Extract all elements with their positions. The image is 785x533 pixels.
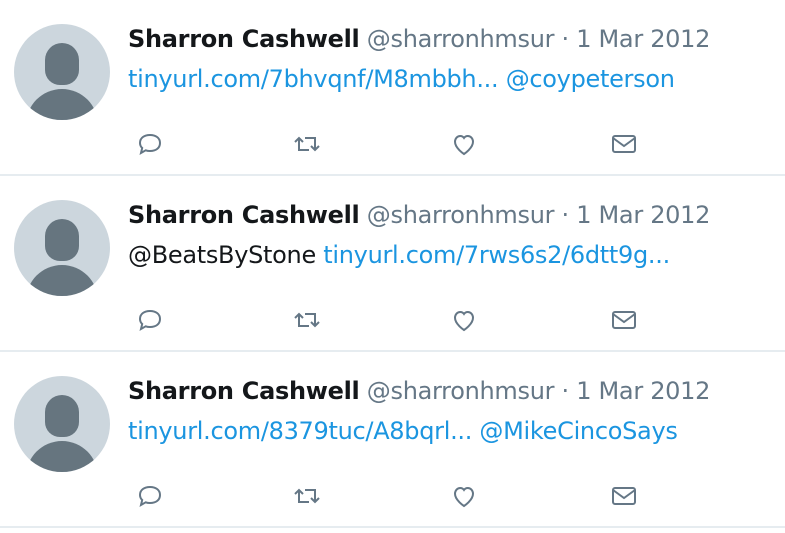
reply-button[interactable] (130, 124, 170, 164)
tweet-date[interactable]: 1 Mar 2012 (576, 201, 710, 229)
tweet-link[interactable]: tinyurl.com/8379tuc/A8bqrl... (128, 417, 472, 445)
tweet-date[interactable]: 1 Mar 2012 (576, 25, 710, 53)
tweet-link[interactable]: tinyurl.com/7bhvqnf/M8mbbh... (128, 65, 499, 93)
author-name[interactable]: Sharron Cashwell (128, 25, 360, 53)
like-button[interactable] (444, 476, 484, 516)
direct-message-button[interactable] (604, 476, 644, 516)
heart-icon (453, 134, 475, 156)
tweet-link[interactable]: tinyurl.com/7rws6s2/6dtt9g... (323, 241, 670, 269)
reply-icon (138, 485, 162, 508)
avatar-head-shape (45, 395, 79, 437)
heart-icon (453, 486, 475, 508)
retweet-icon (294, 488, 320, 504)
like-button[interactable] (444, 124, 484, 164)
author-handle[interactable]: @sharronhmsur (367, 377, 555, 405)
mention-link[interactable]: @coypeterson (506, 65, 675, 93)
heart-icon (453, 310, 475, 332)
author-handle[interactable]: @sharronhmsur (367, 201, 555, 229)
tweet-header: Sharron Cashwell @sharronhmsur · 1 Mar 2… (128, 198, 710, 232)
direct-message-button[interactable] (604, 124, 644, 164)
avatar-body-shape (26, 89, 98, 120)
avatar[interactable] (14, 200, 110, 296)
retweet-icon (294, 312, 320, 328)
retweet-button[interactable] (287, 124, 327, 164)
avatar[interactable] (14, 24, 110, 120)
tweet-feed: Sharron Cashwell @sharronhmsur · 1 Mar 2… (0, 0, 785, 533)
avatar-body-shape (26, 265, 98, 296)
retweet-button[interactable] (287, 300, 327, 340)
like-button[interactable] (444, 300, 484, 340)
mail-icon (612, 487, 636, 505)
avatar-body-shape (26, 441, 98, 472)
avatar-head-shape (45, 219, 79, 261)
tweet-text: @BeatsByStone tinyurl.com/7rws6s2/6dtt9g… (128, 238, 670, 272)
author-handle[interactable]: @sharronhmsur (367, 25, 555, 53)
retweet-button[interactable] (287, 476, 327, 516)
reply-button[interactable] (130, 300, 170, 340)
mail-icon (612, 311, 636, 329)
reply-icon (138, 309, 162, 332)
mention-link[interactable]: @MikeCincoSays (479, 417, 677, 445)
header-separator: · (561, 25, 570, 53)
tweet-header: Sharron Cashwell @sharronhmsur · 1 Mar 2… (128, 374, 710, 408)
author-name[interactable]: Sharron Cashwell (128, 201, 360, 229)
tweet-text: tinyurl.com/7bhvqnf/M8mbbh... @coypeters… (128, 62, 675, 96)
tweet-card[interactable]: Sharron Cashwell @sharronhmsur · 1 Mar 2… (0, 352, 785, 528)
tweet-text: tinyurl.com/8379tuc/A8bqrl... @MikeCinco… (128, 414, 678, 448)
reply-icon (138, 133, 162, 156)
direct-message-button[interactable] (604, 300, 644, 340)
mention-text[interactable]: @BeatsByStone (128, 241, 316, 269)
tweet-card[interactable]: Sharron Cashwell @sharronhmsur · 1 Mar 2… (0, 176, 785, 352)
text-space (498, 65, 505, 93)
mail-icon (612, 135, 636, 153)
retweet-icon (294, 136, 320, 152)
avatar-head-shape (45, 43, 79, 85)
tweet-header: Sharron Cashwell @sharronhmsur · 1 Mar 2… (128, 22, 710, 56)
author-name[interactable]: Sharron Cashwell (128, 377, 360, 405)
tweet-date[interactable]: 1 Mar 2012 (576, 377, 710, 405)
header-separator: · (561, 201, 570, 229)
reply-button[interactable] (130, 476, 170, 516)
header-separator: · (561, 377, 570, 405)
avatar[interactable] (14, 376, 110, 472)
tweet-card[interactable]: Sharron Cashwell @sharronhmsur · 1 Mar 2… (0, 0, 785, 176)
